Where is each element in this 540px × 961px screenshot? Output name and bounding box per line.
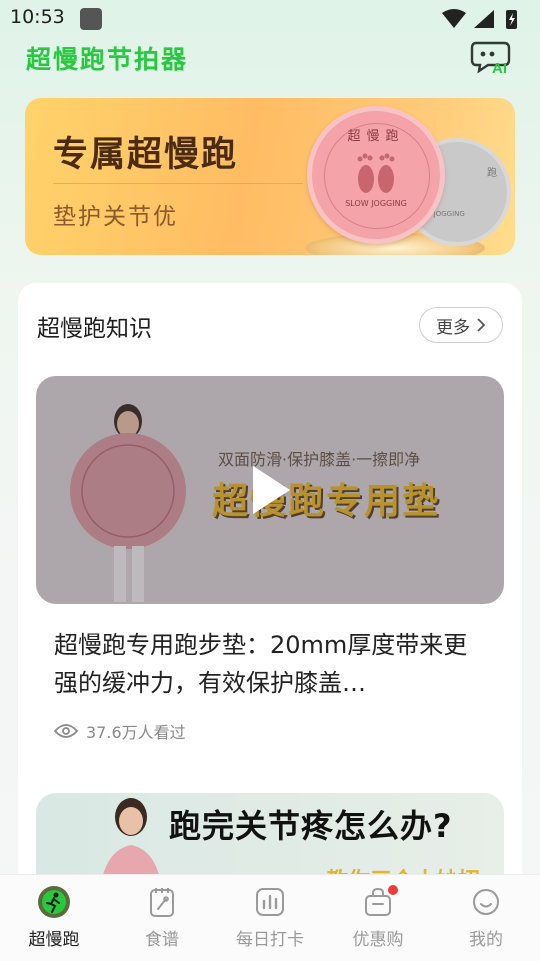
tab-label: 每日打卡: [236, 930, 304, 950]
tab-label: 优惠购: [352, 930, 404, 950]
banner-divider: [53, 183, 303, 184]
tab-recipe[interactable]: 食谱: [108, 875, 216, 961]
tab-slow-jog[interactable]: 超慢跑: [0, 875, 108, 961]
banner-subtitle: 垫护关节优: [53, 204, 178, 230]
eye-icon: [54, 724, 78, 738]
ai-chat-icon: AI: [470, 41, 511, 77]
ai-label: AI: [492, 60, 507, 74]
run-icon: [38, 886, 70, 918]
play-icon[interactable]: [249, 463, 293, 517]
checkin-icon: [256, 888, 284, 916]
banner-title: 专属超慢跑: [53, 135, 239, 175]
tab-label: 超慢跑: [28, 930, 80, 950]
profile-icon: [473, 889, 499, 915]
tab-daily-checkin[interactable]: 每日打卡: [216, 875, 324, 961]
grey-mat-text: 跑: [487, 168, 497, 179]
pink-mat-bottom: SLOW JOGGING: [345, 199, 407, 208]
ai-assistant-button[interactable]: AI: [470, 40, 512, 77]
wifi-icon: [442, 9, 466, 28]
footprints-icon: [357, 153, 395, 193]
section-title: 超慢跑知识: [37, 316, 152, 342]
more-label: 更多: [436, 317, 470, 338]
tab-label: 食谱: [145, 930, 179, 950]
thumb2-caption: 跑完关节疼怎么办?: [169, 807, 453, 845]
video-thumbnail[interactable]: 双面防滑·保护膝盖·一擦即净 超慢跑专用垫: [36, 376, 504, 604]
notification-icon: [80, 8, 102, 30]
tab-label: 我的: [469, 930, 503, 950]
tab-profile[interactable]: 我的: [432, 875, 540, 961]
more-button[interactable]: 更多: [419, 307, 503, 343]
video-title[interactable]: 超慢跑专用跑步垫：20mm厚度带来更强的缓冲力，有效保护膝盖…: [54, 626, 484, 702]
app-title: 超慢跑节拍器: [26, 45, 189, 74]
pink-mat-image: 超慢跑 SLOW JOGGING: [307, 106, 445, 244]
status-time: 10:53: [10, 6, 65, 28]
knowledge-card: 超慢跑知识 更多 双面防滑·保护膝盖·一擦即净 超慢跑专用垫 超慢跑专用跑步垫：…: [18, 283, 522, 903]
view-count: 37.6万人看过: [54, 719, 186, 743]
tab-deals[interactable]: 优惠购: [324, 875, 432, 961]
views-label: 37.6万人看过: [86, 723, 186, 742]
cell-signal-icon: [474, 10, 494, 28]
status-bar: 10:53: [0, 0, 540, 36]
chevron-right-icon: [477, 318, 486, 332]
pink-mat-text: 超慢跑: [347, 129, 405, 144]
bottom-tab-bar: 超慢跑 食谱 每日打卡 优惠购 我的: [0, 874, 540, 961]
status-icons: [442, 9, 517, 29]
notification-badge: [388, 885, 398, 895]
recipe-icon: [150, 888, 174, 917]
promo-banner[interactable]: 专属超慢跑 垫护关节优 跑 OW JOGGING 超慢跑 SLOW JOGGIN…: [25, 98, 515, 255]
